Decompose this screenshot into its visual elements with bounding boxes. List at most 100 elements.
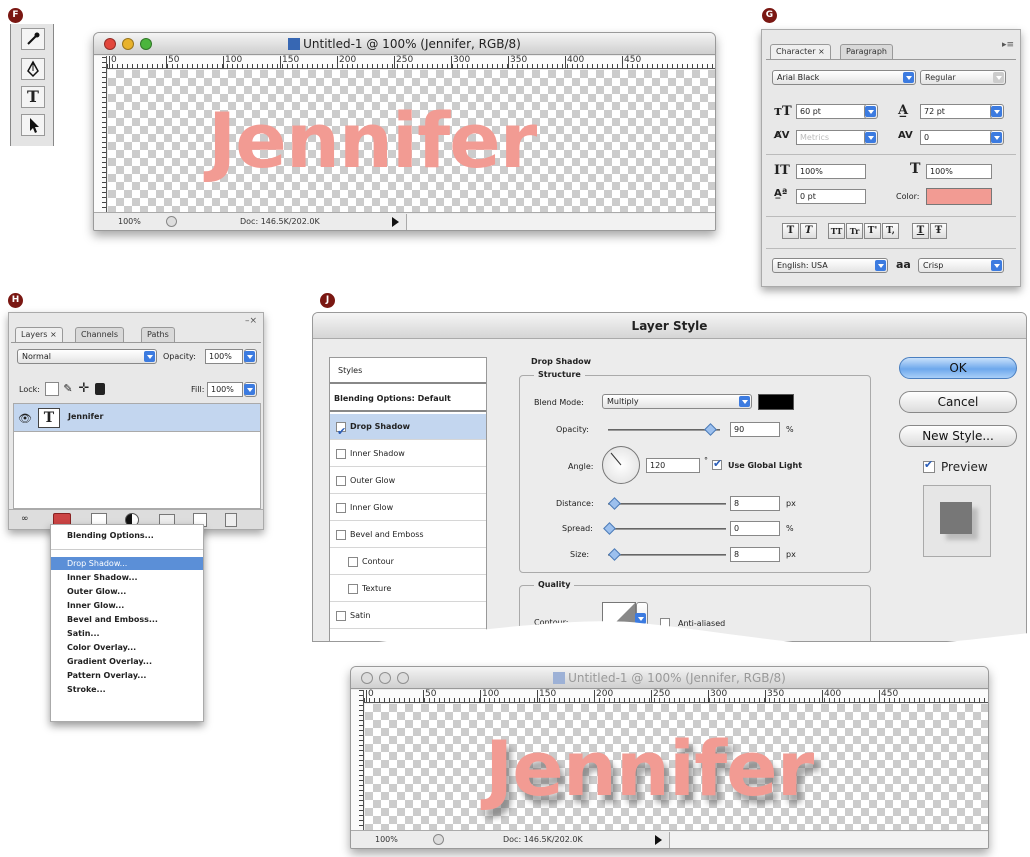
menu-item-inner-glow[interactable]: Inner Glow... [51, 599, 203, 612]
checkbox-icon[interactable] [336, 419, 346, 445]
shadow-opacity-field[interactable]: 90 [730, 422, 780, 437]
tab-channels[interactable]: Channels [75, 327, 125, 342]
tab-character[interactable]: Character × [770, 44, 831, 59]
distance-field[interactable]: 8 [730, 496, 780, 511]
style-item-outer-glow[interactable]: Outer Glow [330, 468, 486, 494]
lock-transparent-icon[interactable] [45, 382, 59, 396]
canvas[interactable]: Jennifer [108, 70, 715, 213]
vertical-scale-field[interactable]: 100% [796, 164, 866, 179]
menu-item-satin[interactable]: Satin... [51, 627, 203, 640]
opacity-stepper[interactable] [244, 349, 257, 364]
status-menu-arrow-icon[interactable] [392, 217, 399, 227]
minimize-button[interactable] [122, 38, 134, 50]
zoom-level[interactable]: 100% [375, 831, 398, 848]
magic-wand-icon[interactable] [21, 28, 45, 50]
blending-options-item[interactable]: Blending Options: Default [330, 386, 486, 412]
font-style-select[interactable]: Regular [920, 70, 1006, 85]
lock-move-icon[interactable]: ✛ [77, 382, 91, 396]
font-size-field[interactable]: 60 pt [796, 104, 866, 119]
checkbox-icon[interactable] [336, 503, 346, 513]
menu-item-bevel-emboss[interactable]: Bevel and Emboss... [51, 613, 203, 626]
styles-header[interactable]: Styles [330, 358, 486, 384]
menu-item-gradient-overlay[interactable]: Gradient Overlay... [51, 655, 203, 668]
blend-mode-select[interactable]: Normal [17, 349, 157, 364]
menu-item-drop-shadow[interactable]: Drop Shadow... [51, 557, 203, 570]
menu-item-outer-glow[interactable]: Outer Glow... [51, 585, 203, 598]
language-select[interactable]: English: USA [772, 258, 888, 273]
leading-dropdown[interactable] [990, 104, 1004, 119]
scrollbar-horizontal[interactable] [406, 214, 715, 230]
fill-field[interactable]: 100% [207, 382, 243, 397]
checkbox-icon[interactable] [336, 476, 346, 486]
panel-menu-icon[interactable]: ▸≡ [1002, 40, 1014, 50]
menu-item-inner-shadow[interactable]: Inner Shadow... [51, 571, 203, 584]
font-size-dropdown[interactable] [864, 104, 878, 119]
tab-paths[interactable]: Paths [141, 327, 175, 342]
underline-button[interactable]: T [912, 223, 929, 239]
menu-item-stroke[interactable]: Stroke... [51, 683, 203, 696]
link-icon[interactable]: ∞ [21, 514, 37, 526]
leading-field[interactable]: 72 pt [920, 104, 992, 119]
checkbox-icon[interactable] [348, 557, 358, 567]
style-item-bevel-emboss[interactable]: Bevel and Emboss [330, 522, 486, 548]
tab-paragraph[interactable]: Paragraph [840, 44, 893, 59]
menu-item-pattern-overlay[interactable]: Pattern Overlay... [51, 669, 203, 682]
baseline-shift-field[interactable]: 0 pt [796, 189, 866, 204]
faux-bold-button[interactable]: T [782, 223, 799, 239]
antialias-select[interactable]: Crisp [918, 258, 1004, 273]
preview-checkbox[interactable] [923, 458, 935, 473]
size-slider[interactable] [608, 548, 726, 561]
zoom-button[interactable] [140, 38, 152, 50]
horizontal-scale-field[interactable]: 100% [926, 164, 992, 179]
style-item-inner-shadow[interactable]: Inner Shadow [330, 441, 486, 467]
menu-item-blending-options[interactable]: Blending Options... [51, 529, 203, 542]
checkbox-icon[interactable] [336, 530, 346, 540]
slider-thumb[interactable] [704, 423, 717, 436]
size-field[interactable]: 8 [730, 547, 780, 562]
style-item-inner-glow[interactable]: Inner Glow [330, 495, 486, 521]
panel-close-icon[interactable]: –× [245, 316, 257, 326]
tracking-field[interactable]: 0 [920, 130, 992, 145]
close-button[interactable] [361, 672, 373, 684]
slider-thumb[interactable] [608, 497, 621, 510]
style-item-contour[interactable]: Contour [330, 549, 486, 575]
global-light-checkbox[interactable] [712, 457, 722, 470]
slider-thumb[interactable] [603, 522, 616, 535]
subscript-button[interactable]: T, [882, 223, 899, 239]
tracking-dropdown[interactable] [990, 130, 1004, 145]
slider-thumb[interactable] [608, 548, 621, 561]
shadow-color-swatch[interactable] [758, 394, 794, 410]
close-button[interactable] [104, 38, 116, 50]
canvas[interactable]: Jennifer Jennifer [365, 704, 988, 831]
style-item-drop-shadow[interactable]: Drop Shadow [330, 414, 486, 445]
all-caps-button[interactable]: TT [828, 223, 845, 239]
scrollbar-horizontal[interactable] [669, 832, 988, 848]
fill-stepper[interactable] [244, 382, 257, 397]
kerning-dropdown[interactable] [864, 130, 878, 145]
strikethrough-button[interactable]: Ŧ [930, 223, 947, 239]
checkbox-icon[interactable] [336, 449, 346, 459]
distance-slider[interactable] [608, 497, 726, 510]
superscript-button[interactable]: T' [864, 223, 881, 239]
shadow-blend-select[interactable]: Multiply [602, 394, 752, 409]
angle-field[interactable]: 120 [646, 458, 700, 473]
zoom-button[interactable] [397, 672, 409, 684]
minimize-button[interactable] [379, 672, 391, 684]
eye-icon[interactable]: 👁 [18, 412, 32, 425]
text-color-swatch[interactable] [926, 188, 992, 205]
pen-icon[interactable] [21, 58, 45, 80]
layer-row[interactable]: 👁 T Jennifer [14, 404, 260, 432]
ok-button[interactable]: OK [899, 357, 1017, 379]
path-selection-icon[interactable] [21, 114, 45, 136]
spread-slider[interactable] [603, 522, 726, 535]
font-family-select[interactable]: Arial Black [772, 70, 916, 85]
kerning-field[interactable]: Metrics [796, 130, 866, 145]
lock-all-icon[interactable] [95, 383, 105, 395]
new-style-button[interactable]: New Style... [899, 425, 1017, 447]
zoom-level[interactable]: 100% [118, 213, 141, 230]
checkbox-icon[interactable] [348, 584, 358, 594]
opacity-field[interactable]: 100% [205, 349, 243, 364]
angle-dial[interactable] [602, 446, 640, 484]
spread-field[interactable]: 0 [730, 521, 780, 536]
cancel-button[interactable]: Cancel [899, 391, 1017, 413]
